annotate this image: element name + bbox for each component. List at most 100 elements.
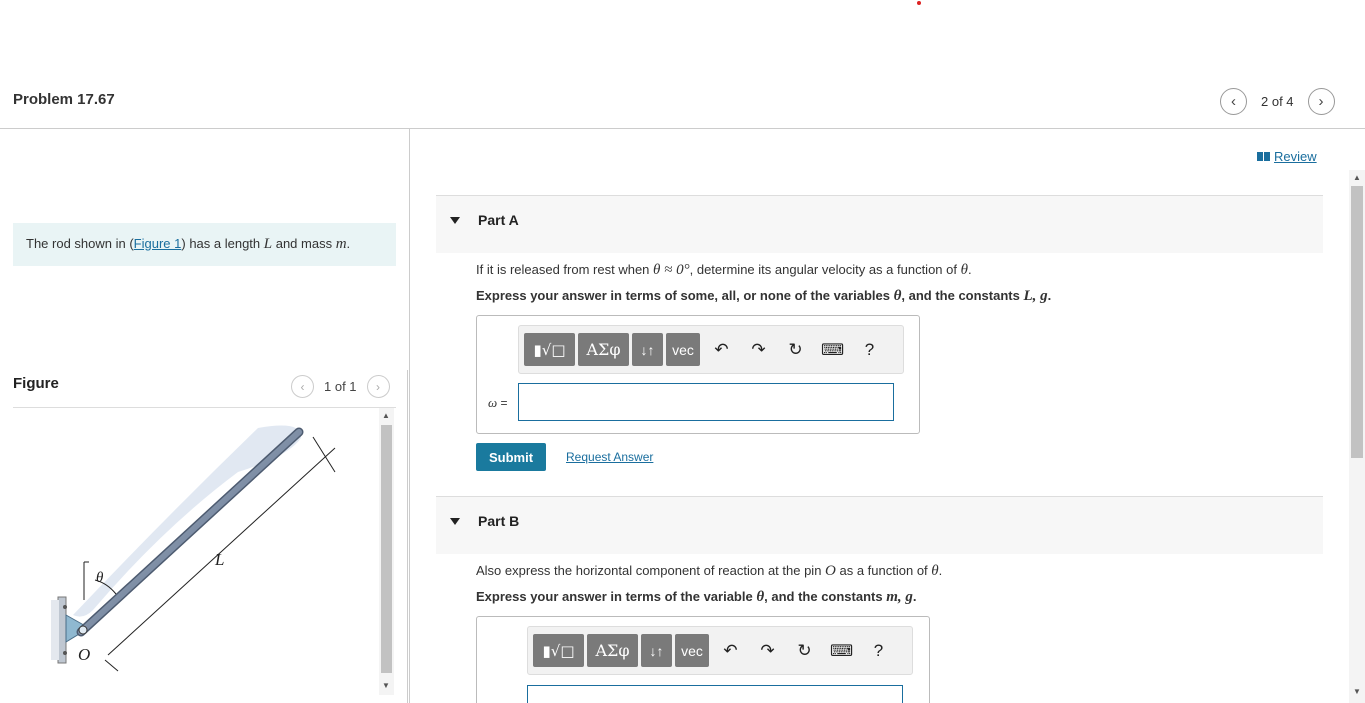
arrows-button[interactable]: ↓↑	[632, 333, 663, 366]
main-scroll-thumb[interactable]	[1351, 186, 1363, 458]
rod-shadow	[73, 425, 302, 617]
header-divider	[0, 128, 1365, 129]
pin-label: O	[78, 645, 90, 664]
figure-scrollbar[interactable]: ▲ ▼	[379, 408, 394, 695]
greek-symbols-button[interactable]: ΑΣφ	[578, 333, 629, 366]
instruction-text: Express your answer in terms of the vari…	[476, 589, 757, 604]
arrows-button[interactable]: ↓↑	[641, 634, 672, 667]
scroll-down-icon[interactable]: ▼	[382, 681, 390, 690]
wall-hatch	[51, 600, 59, 660]
undo-icon[interactable]: ↶	[712, 641, 749, 661]
scroll-up-icon[interactable]: ▲	[382, 411, 390, 420]
part-a-answer-box: ▮√□ ΑΣφ ↓↑ vec ↶ ↷ ↻ ⌨ ? ω =	[476, 315, 920, 434]
question-text: .	[967, 262, 972, 277]
figure-panel-edge	[407, 370, 408, 703]
figure-link[interactable]: Figure 1	[134, 236, 182, 251]
column-divider	[409, 128, 410, 703]
math-var: ω	[488, 395, 498, 410]
dimension-extension	[104, 659, 119, 672]
next-figure-button[interactable]: ›	[366, 375, 390, 398]
description-text: .	[346, 236, 351, 251]
instruction-text: Express your answer in terms of some, al…	[476, 288, 894, 303]
templates-button[interactable]: ▮√□	[533, 634, 584, 667]
figure-heading: Figure	[13, 375, 59, 392]
omega-label: ω =	[488, 395, 508, 411]
problem-description: The rod shown in (Figure 1) has a length…	[13, 223, 396, 266]
description-text: ) has a length	[181, 236, 264, 251]
problem-pager: ‹ 2 of 4 ›	[1220, 87, 1335, 115]
main-scrollbar[interactable]: ▲ ▼	[1349, 170, 1365, 703]
dimension-extension	[312, 436, 336, 473]
redo-icon[interactable]: ↷	[749, 641, 786, 661]
instruction-text: .	[1047, 288, 1052, 303]
math-toolbar: ▮√□ ΑΣφ ↓↑ vec ↶ ↷ ↻ ⌨ ?	[527, 626, 913, 675]
part-a-title: Part A	[478, 212, 519, 228]
figure-divider	[13, 407, 396, 408]
request-answer-link[interactable]: Request Answer	[566, 450, 653, 464]
reaction-answer-input[interactable]	[527, 685, 903, 703]
previous-problem-button[interactable]: ‹	[1220, 87, 1247, 115]
math-var: L	[263, 236, 273, 252]
book-icon	[1257, 152, 1270, 161]
math-var: L, g	[1023, 288, 1048, 304]
keyboard-icon[interactable]: ⌨	[823, 641, 860, 661]
description-text: The rod shown in (	[26, 236, 134, 251]
vector-button[interactable]: vec	[666, 333, 700, 366]
math-var: O	[825, 563, 836, 579]
rod-figure: θ L O	[51, 425, 336, 672]
bolt-icon	[63, 651, 67, 655]
problem-pager-count: 2 of 4	[1261, 93, 1294, 109]
math-var: θ	[960, 262, 968, 278]
equals-sign: =	[497, 396, 508, 410]
part-b-instruction: Express your answer in terms of the vari…	[476, 589, 917, 606]
math-toolbar: ▮√□ ΑΣφ ↓↑ vec ↶ ↷ ↻ ⌨ ?	[518, 325, 904, 374]
question-text: .	[938, 563, 943, 578]
vector-button[interactable]: vec	[675, 634, 709, 667]
next-problem-button[interactable]: ›	[1307, 87, 1335, 115]
part-b-question: Also express the horizontal component of…	[476, 563, 942, 580]
description-text: and mass	[272, 236, 336, 251]
question-text: , determine its angular velocity as a fu…	[689, 262, 961, 277]
keyboard-icon[interactable]: ⌨	[814, 340, 851, 360]
rod	[78, 429, 302, 635]
question-text: Also express the horizontal component of…	[476, 563, 826, 578]
theta-label: θ	[96, 570, 104, 586]
math-var: θ	[931, 563, 939, 579]
templates-button[interactable]: ▮√□	[524, 333, 575, 366]
review-link[interactable]: Review	[1257, 149, 1317, 164]
redo-icon[interactable]: ↷	[740, 340, 777, 360]
collapse-triangle-icon[interactable]	[450, 518, 460, 525]
question-text: as a function of	[835, 563, 932, 578]
scroll-down-icon[interactable]: ▼	[1353, 687, 1361, 696]
chevron-right-icon: ›	[376, 379, 381, 394]
part-b-header[interactable]: Part B	[436, 497, 1323, 554]
chevron-right-icon: ›	[1318, 92, 1324, 110]
math-var: m	[335, 236, 347, 252]
status-dot	[917, 1, 921, 5]
reset-icon[interactable]: ↻	[786, 641, 823, 661]
help-button[interactable]: ?	[860, 641, 897, 661]
figure-pager-count: 1 of 1	[324, 379, 357, 394]
pin-o	[78, 625, 88, 635]
figure-pager: ‹ 1 of 1 ›	[291, 375, 390, 398]
submit-button[interactable]: Submit	[476, 443, 546, 471]
problem-title: Problem 17.67	[13, 91, 115, 108]
undo-icon[interactable]: ↶	[703, 340, 740, 360]
previous-figure-button[interactable]: ‹	[291, 375, 314, 398]
part-a-instruction: Express your answer in terms of some, al…	[476, 288, 1051, 305]
reset-icon[interactable]: ↻	[777, 340, 814, 360]
part-a-header[interactable]: Part A	[436, 196, 1323, 253]
collapse-triangle-icon[interactable]	[450, 217, 460, 224]
help-button[interactable]: ?	[851, 340, 888, 360]
math-var: θ	[756, 589, 765, 605]
part-b-title: Part B	[478, 513, 520, 529]
omega-answer-input[interactable]	[518, 383, 894, 421]
figure-scroll-thumb[interactable]	[381, 425, 392, 673]
scroll-up-icon[interactable]: ▲	[1353, 173, 1361, 182]
greek-symbols-button[interactable]: ΑΣφ	[587, 634, 638, 667]
math-expression: θ ≈ 0°	[653, 262, 690, 278]
instruction-text: , and the constants	[901, 288, 1024, 303]
instruction-text: , and the constants	[764, 589, 887, 604]
review-label: Review	[1274, 149, 1317, 164]
chevron-left-icon: ‹	[300, 379, 305, 394]
